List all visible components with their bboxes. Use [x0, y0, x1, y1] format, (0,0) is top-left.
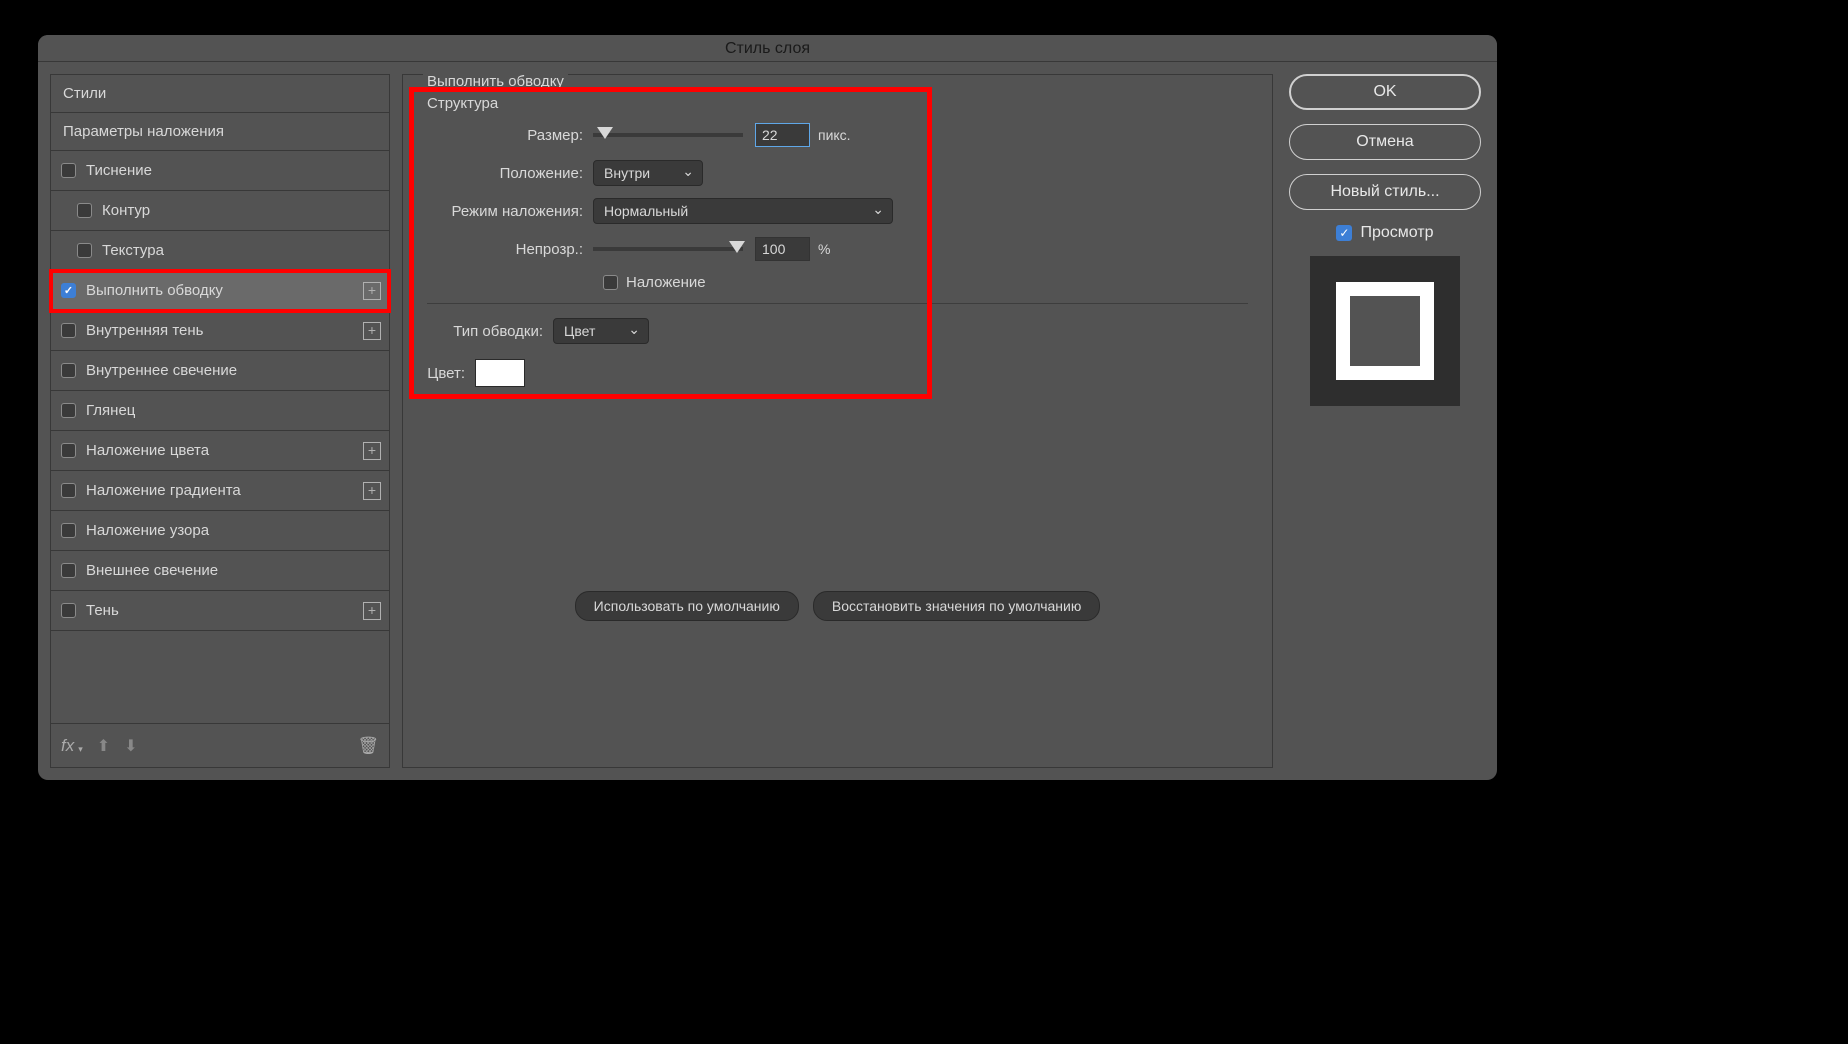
fill-type-select[interactable]: Цвет [553, 318, 649, 344]
reset-default-button[interactable]: Восстановить значения по умолчанию [813, 591, 1100, 621]
divider [427, 303, 1248, 304]
size-row: Размер: пикс. [427, 122, 1248, 148]
size-input[interactable] [755, 123, 810, 147]
sidebar-item-blending-options[interactable]: Параметры наложения [51, 113, 389, 151]
fill-type-row: Тип обводки: Цвет [427, 318, 1248, 344]
style-effects-list: Тиснение Контур Текстура Выполнить обводку +… [51, 151, 389, 723]
dialog-content: Стили Параметры наложения Тиснение Контур… [38, 62, 1497, 780]
style-item-наложение-узора[interactable]: Наложение узора [51, 511, 389, 551]
window-title: Стиль слоя [38, 35, 1497, 62]
style-item-тень[interactable]: Тень + [51, 591, 389, 631]
style-item-label: Наложение узора [86, 522, 209, 539]
style-checkbox[interactable] [77, 203, 92, 218]
style-item-внутреннее-свечение[interactable]: Внутреннее свечение [51, 351, 389, 391]
preview-thumbnail [1310, 256, 1460, 406]
opacity-row: Непрозр.: % [427, 236, 1248, 262]
style-checkbox[interactable] [61, 483, 76, 498]
sidebar-footer: fx ▾ ⬆ ⬇ 🗑 [51, 723, 389, 767]
style-checkbox[interactable] [61, 403, 76, 418]
structure-group: Структура Размер: пикс. Положение: Внутр… [411, 83, 1264, 414]
add-effect-icon[interactable]: + [363, 442, 381, 460]
trash-icon[interactable]: 🗑 [357, 736, 379, 756]
opacity-label: Непрозр.: [427, 241, 593, 258]
preview-checkbox[interactable]: ✓ [1336, 225, 1352, 241]
blend-mode-select[interactable]: Нормальный [593, 198, 893, 224]
add-effect-icon[interactable]: + [363, 282, 381, 300]
style-checkbox[interactable] [61, 523, 76, 538]
overprint-row[interactable]: Наложение [603, 274, 1248, 291]
style-item-label: Тиснение [86, 162, 152, 179]
style-item-label: Внешнее свечение [86, 562, 218, 579]
opacity-slider[interactable] [593, 247, 743, 251]
layer-style-dialog: Стиль слоя Стили Параметры наложения Тис… [38, 35, 1497, 780]
size-label: Размер: [427, 127, 593, 144]
add-effect-icon[interactable]: + [363, 322, 381, 340]
style-item-наложение-градиента[interactable]: Наложение градиента + [51, 471, 389, 511]
color-label: Цвет: [427, 365, 475, 382]
effect-settings-panel: Выполнить обводку Структура Размер: пикс… [402, 74, 1273, 768]
move-up-icon[interactable]: ⬆ [97, 736, 110, 756]
position-label: Положение: [427, 165, 593, 182]
preview-label: Просмотр [1360, 224, 1433, 242]
position-row: Положение: Внутри [427, 160, 1248, 186]
style-item-label: Текстура [102, 242, 164, 259]
style-item-label: Наложение градиента [86, 482, 241, 499]
style-checkbox[interactable] [61, 563, 76, 578]
style-item-внешнее-свечение[interactable]: Внешнее свечение [51, 551, 389, 591]
style-item-наложение-цвета[interactable]: Наложение цвета + [51, 431, 389, 471]
opacity-unit: % [818, 241, 830, 257]
style-item-глянец[interactable]: Глянец [51, 391, 389, 431]
overprint-label: Наложение [626, 274, 706, 291]
style-item-контур[interactable]: Контур [51, 191, 389, 231]
style-checkbox[interactable] [61, 363, 76, 378]
style-item-внутренняя-тень[interactable]: Внутренняя тень + [51, 311, 389, 351]
style-item-label: Контур [102, 202, 150, 219]
style-checkbox[interactable] [77, 243, 92, 258]
style-item-label: Тень [86, 602, 119, 619]
opacity-input[interactable] [755, 237, 810, 261]
size-slider[interactable] [593, 133, 743, 137]
fill-type-label: Тип обводки: [427, 323, 553, 340]
blend-mode-label: Режим наложения: [427, 203, 593, 220]
overprint-checkbox[interactable] [603, 275, 618, 290]
style-checkbox[interactable] [61, 443, 76, 458]
fx-menu-icon[interactable]: fx [61, 736, 74, 756]
style-checkbox[interactable] [61, 163, 76, 178]
color-swatch[interactable] [475, 359, 525, 387]
make-default-button[interactable]: Использовать по умолчанию [575, 591, 799, 621]
style-item-label: Глянец [86, 402, 135, 419]
add-effect-icon[interactable]: + [363, 602, 381, 620]
sidebar-header-styles[interactable]: Стили [51, 75, 389, 113]
style-checkbox[interactable] [61, 323, 76, 338]
preview-toggle[interactable]: ✓ Просмотр [1289, 224, 1481, 242]
style-item-выполнить-обводку[interactable]: Выполнить обводку + [51, 271, 389, 311]
structure-heading: Структура [427, 95, 1248, 112]
style-item-label: Внутренняя тень [86, 322, 203, 339]
new-style-button[interactable]: Новый стиль... [1289, 174, 1481, 210]
dialog-right-column: OK Отмена Новый стиль... ✓ Просмотр [1285, 74, 1485, 768]
size-unit: пикс. [818, 127, 851, 143]
default-buttons-row: Использовать по умолчанию Восстановить з… [403, 591, 1272, 621]
position-select[interactable]: Внутри [593, 160, 703, 186]
style-item-label: Выполнить обводку [86, 282, 223, 299]
style-checkbox[interactable] [61, 283, 76, 298]
styles-sidebar: Стили Параметры наложения Тиснение Контур… [50, 74, 390, 768]
style-item-label: Внутреннее свечение [86, 362, 237, 379]
style-checkbox[interactable] [61, 603, 76, 618]
cancel-button[interactable]: Отмена [1289, 124, 1481, 160]
add-effect-icon[interactable]: + [363, 482, 381, 500]
style-item-label: Наложение цвета [86, 442, 209, 459]
style-item-текстура[interactable]: Текстура [51, 231, 389, 271]
fx-menu-chevron-icon[interactable]: ▾ [78, 744, 83, 755]
preview-swatch [1336, 282, 1434, 380]
ok-button[interactable]: OK [1289, 74, 1481, 110]
move-down-icon[interactable]: ⬇ [124, 736, 137, 756]
size-slider-thumb[interactable] [597, 127, 613, 139]
opacity-slider-thumb[interactable] [729, 241, 745, 253]
color-row: Цвет: [427, 360, 1248, 386]
blend-mode-row: Режим наложения: Нормальный [427, 198, 1248, 224]
style-item-тиснение[interactable]: Тиснение [51, 151, 389, 191]
